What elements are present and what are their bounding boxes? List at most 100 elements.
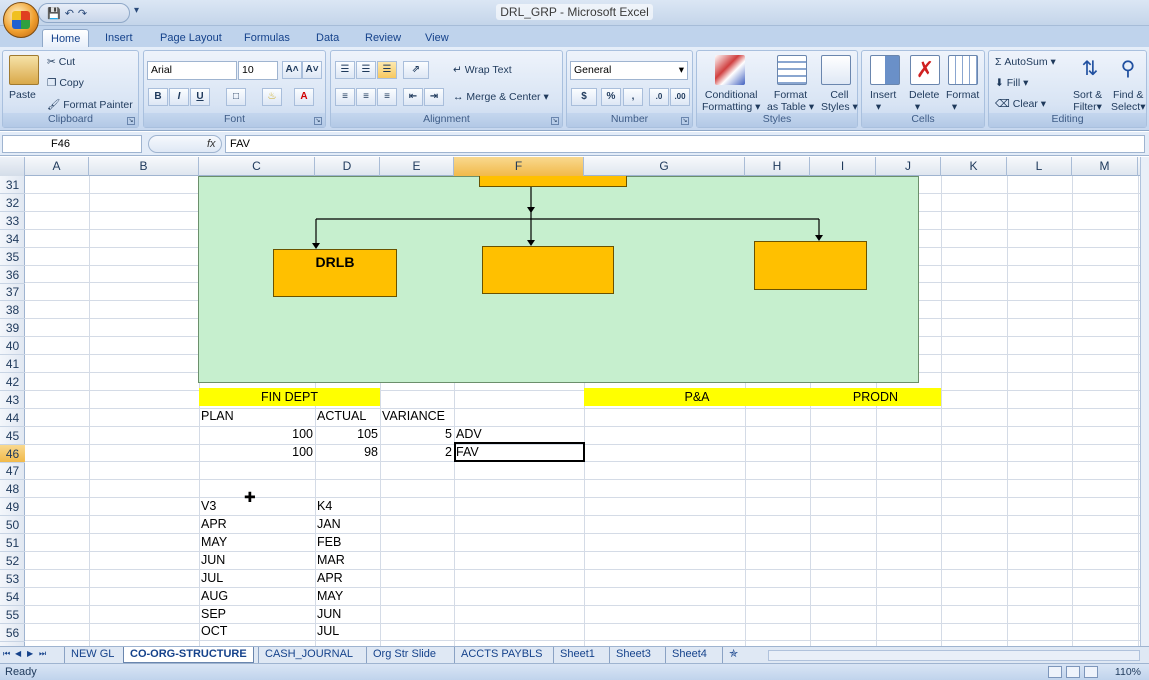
list-item[interactable]: APR [315, 569, 380, 587]
column-header[interactable]: C [199, 157, 315, 176]
row-header[interactable]: 43 [0, 391, 25, 409]
decrease-indent-icon[interactable]: ⇤ [403, 88, 423, 106]
row-header[interactable]: 31 [0, 176, 25, 194]
prev-sheet-icon[interactable]: ◀ [15, 649, 21, 658]
tab-home[interactable]: Home [42, 29, 90, 48]
zoom-level[interactable]: 110% [1115, 666, 1141, 678]
grow-font-button[interactable]: A˄ [282, 61, 302, 79]
list-item[interactable]: JUL [315, 622, 380, 640]
worksheet-grid[interactable]: DRLB FIN DEPT P&A PRODN PLAN ACTUAL VARI… [25, 176, 1140, 646]
sheet-tab[interactable]: ACCTS PAYBLS [454, 647, 549, 663]
tab-formulas[interactable]: Formulas [236, 29, 298, 48]
row-header[interactable]: 48 [0, 480, 25, 499]
tab-insert[interactable]: Insert [97, 29, 141, 48]
align-center-icon[interactable]: ≡ [356, 88, 376, 106]
decrease-decimal-icon[interactable]: .00 [670, 88, 690, 106]
list-item[interactable]: MAY [199, 533, 315, 551]
list-item[interactable]: FEB [315, 533, 380, 551]
delete-cells-icon[interactable]: ✗ [910, 55, 940, 85]
variance-cell[interactable]: 2 [380, 443, 454, 461]
bold-button[interactable]: B [148, 88, 168, 106]
sheet-tab[interactable]: Org Str Slide [366, 647, 442, 663]
format-painter-button[interactable]: 🖌 Format Painter [47, 98, 133, 111]
status-cell[interactable]: ADV [454, 425, 584, 443]
row-header[interactable]: 36 [0, 266, 25, 284]
actual-header[interactable]: ACTUAL [315, 407, 380, 425]
align-middle-icon[interactable]: ☰ [356, 61, 376, 79]
tab-view[interactable]: View [417, 29, 457, 48]
row-header[interactable]: 52 [0, 552, 25, 570]
column-header[interactable]: H [745, 157, 810, 176]
list-item[interactable]: JUL [199, 569, 315, 587]
fin-dept-header[interactable]: FIN DEPT [199, 388, 380, 406]
format-button[interactable]: Format ▾ [946, 89, 979, 113]
org-box-middle[interactable] [482, 246, 614, 294]
row-header[interactable]: 42 [0, 373, 25, 391]
delete-button[interactable]: Delete ▾ [909, 89, 939, 113]
redo-icon[interactable]: ↷ [78, 7, 87, 20]
merge-center-button[interactable]: ↔ Merge & Center ▾ [453, 91, 549, 103]
conditional-formatting-icon[interactable] [715, 55, 745, 85]
format-cells-icon[interactable] [948, 55, 978, 85]
list-item[interactable]: JAN [315, 515, 380, 533]
column-header[interactable]: A [25, 157, 89, 176]
pa-header[interactable]: P&A [584, 388, 810, 406]
list-item[interactable]: JUN [315, 605, 380, 623]
normal-view-icon[interactable] [1048, 666, 1062, 678]
currency-button[interactable]: $ [571, 88, 597, 106]
row-header[interactable]: 49 [0, 498, 25, 517]
row-header[interactable]: 38 [0, 301, 25, 320]
sheet-tab-active[interactable]: CO-ORG-STRUCTURE [123, 647, 254, 663]
list-item[interactable]: JUN [199, 551, 315, 569]
align-left-icon[interactable]: ≡ [335, 88, 355, 106]
row-header[interactable]: 56 [0, 624, 25, 642]
increase-indent-icon[interactable]: ⇥ [424, 88, 444, 106]
format-as-table-icon[interactable] [777, 55, 807, 85]
shrink-font-button[interactable]: A˅ [302, 61, 322, 79]
column-header[interactable]: G [584, 157, 745, 176]
tab-data[interactable]: Data [308, 29, 347, 48]
row-header[interactable]: 33 [0, 212, 25, 230]
cell-styles-button[interactable]: Cell Styles ▾ [821, 89, 858, 113]
undo-icon[interactable]: ↶ [65, 7, 74, 20]
last-sheet-icon[interactable]: ⏭ [39, 649, 46, 659]
row-header[interactable]: 55 [0, 606, 25, 624]
org-box-drlb[interactable]: DRLB [273, 249, 397, 297]
align-right-icon[interactable]: ≡ [377, 88, 397, 106]
page-layout-view-icon[interactable] [1066, 666, 1080, 678]
customize-qat-icon[interactable]: ▾ [134, 5, 139, 16]
autosum-button[interactable]: Σ AutoSum ▾ [995, 56, 1056, 68]
sheet-tab[interactable]: Sheet4 [665, 647, 713, 663]
formula-input[interactable]: FAV [225, 135, 1145, 153]
percent-button[interactable]: % [601, 88, 621, 106]
find-select-button[interactable]: Find & Select▾ [1111, 89, 1145, 113]
plan-cell[interactable]: 100 [199, 443, 315, 461]
paste-button[interactable]: Paste [9, 89, 36, 101]
prodn-header[interactable]: PRODN [810, 388, 941, 406]
variance-cell[interactable]: 5 [380, 425, 454, 443]
sheet-tab[interactable]: CASH_JOURNAL [258, 647, 359, 663]
fill-button[interactable]: ⬇ Fill ▾ [995, 77, 1028, 89]
alignment-launcher-icon[interactable]: ↘ [551, 117, 559, 125]
org-box-top[interactable] [479, 176, 627, 187]
list-item[interactable]: APR [199, 515, 315, 533]
org-chart[interactable]: DRLB [198, 176, 919, 383]
cell-styles-icon[interactable] [821, 55, 851, 85]
column-header[interactable]: B [89, 157, 199, 176]
row-header[interactable]: 41 [0, 355, 25, 373]
conditional-formatting-button[interactable]: Conditional Formatting ▾ [702, 89, 760, 113]
name-box[interactable]: F46 [2, 135, 142, 153]
list-item[interactable]: SEP [199, 605, 315, 623]
row-header[interactable]: 47 [0, 462, 25, 481]
insert-button[interactable]: Insert ▾ [870, 89, 896, 113]
insert-cells-icon[interactable] [870, 55, 900, 85]
first-sheet-icon[interactable]: ⏮ [3, 649, 10, 659]
paste-icon[interactable] [9, 55, 39, 85]
font-name-select[interactable]: Arial [147, 61, 237, 80]
increase-decimal-icon[interactable]: .0 [649, 88, 669, 106]
underline-button[interactable]: U [190, 88, 210, 106]
binoculars-icon[interactable]: ⚲ [1113, 55, 1143, 85]
column-header[interactable]: K [941, 157, 1007, 176]
align-top-icon[interactable]: ☰ [335, 61, 355, 79]
horizontal-scrollbar[interactable] [768, 650, 1140, 661]
